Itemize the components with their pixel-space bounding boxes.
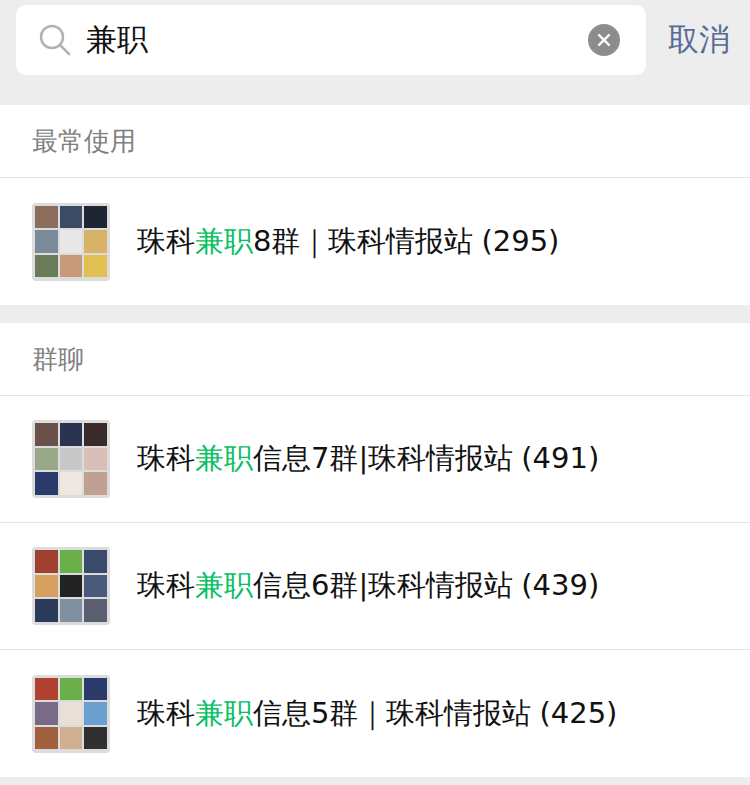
chat-row[interactable]: 珠科兼职8群｜珠科情报站(295) [0, 178, 750, 305]
clear-icon [597, 33, 611, 47]
avatar-photo [60, 206, 83, 229]
avatar-photo [60, 702, 83, 725]
avatar-photo [84, 575, 107, 598]
avatar-photo [35, 727, 58, 750]
avatar-photo [60, 599, 83, 622]
chat-row[interactable]: 珠科兼职信息7群|珠科情报站(491) [0, 396, 750, 523]
match-highlight: 兼职 [195, 696, 253, 730]
search-query[interactable]: 兼职 [86, 19, 574, 61]
avatar-photo [35, 550, 58, 573]
avatar-photo [60, 472, 83, 495]
chat-row[interactable]: 珠科兼职信息5群｜珠科情报站(425) [0, 650, 750, 777]
avatar-photo [84, 599, 107, 622]
avatar-photo [60, 448, 83, 471]
avatar-photo [35, 255, 58, 278]
member-count: (439) [521, 568, 599, 602]
avatar-photo [60, 575, 83, 598]
result-section: 最常使用珠科兼职8群｜珠科情报站(295) [0, 105, 750, 305]
avatar-photo [84, 472, 107, 495]
clear-button[interactable] [588, 24, 620, 56]
avatar-photo [35, 702, 58, 725]
section-header: 群聊 [0, 323, 750, 396]
avatar-photo [35, 472, 58, 495]
avatar-photo [35, 230, 58, 253]
search-field[interactable]: 兼职 [16, 5, 646, 75]
avatar-photo [35, 206, 58, 229]
group-avatar [32, 420, 110, 498]
group-avatar [32, 547, 110, 625]
chat-row[interactable]: 珠科兼职信息6群|珠科情报站(439) [0, 523, 750, 650]
avatar-photo [84, 255, 107, 278]
chat-title: 珠科兼职信息7群|珠科情报站(491) [137, 439, 599, 479]
section-header: 最常使用 [0, 105, 750, 178]
avatar-photo [84, 423, 107, 446]
match-highlight: 兼职 [195, 224, 253, 258]
avatar-photo [84, 550, 107, 573]
avatar-photo [35, 423, 58, 446]
search-bar: 兼职 取消 [0, 0, 750, 105]
member-count: (491) [521, 441, 599, 475]
chat-title: 珠科兼职信息6群|珠科情报站(439) [137, 566, 599, 606]
avatar-photo [60, 550, 83, 573]
avatar-photo [84, 727, 107, 750]
avatar-photo [84, 702, 107, 725]
member-count: (425) [539, 696, 617, 730]
avatar-photo [35, 448, 58, 471]
avatar-photo [35, 599, 58, 622]
avatar-photo [84, 448, 107, 471]
avatar-photo [35, 678, 58, 701]
search-icon [38, 23, 72, 57]
group-avatar [32, 675, 110, 753]
chat-title: 珠科兼职信息5群｜珠科情报站(425) [137, 694, 617, 734]
avatar-photo [60, 678, 83, 701]
avatar-photo [60, 727, 83, 750]
avatar-photo [84, 206, 107, 229]
search-page: 兼职取消最常使用珠科兼职8群｜珠科情报站(295)群聊珠科兼职信息7群|珠科情报… [0, 0, 750, 785]
match-highlight: 兼职 [195, 441, 253, 475]
avatar-photo [60, 423, 83, 446]
chat-title: 珠科兼职8群｜珠科情报站(295) [137, 222, 559, 262]
member-count: (295) [481, 224, 559, 258]
avatar-photo [84, 230, 107, 253]
avatar-photo [60, 255, 83, 278]
avatar-photo [60, 230, 83, 253]
cancel-button[interactable]: 取消 [668, 19, 734, 61]
match-highlight: 兼职 [195, 568, 253, 602]
group-avatar [32, 203, 110, 281]
avatar-photo [35, 575, 58, 598]
result-section: 群聊珠科兼职信息7群|珠科情报站(491) 珠科兼职信息6群|珠科情报站(439)… [0, 323, 750, 777]
avatar-photo [84, 678, 107, 701]
